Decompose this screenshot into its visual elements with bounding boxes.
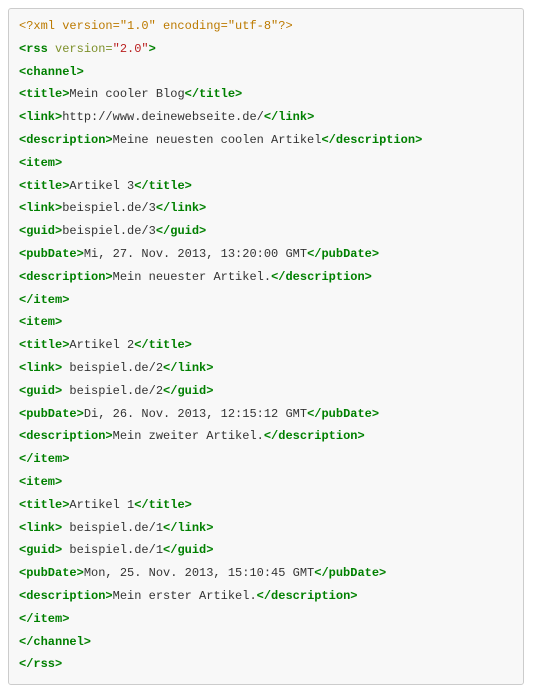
guid-open-tag: <guid> <box>19 224 62 238</box>
description-close-tag: </description> <box>271 270 372 284</box>
title-close-tag: </title> <box>134 338 192 352</box>
title-close-tag: </title> <box>134 498 192 512</box>
item3-pubdate-text: Mon, 25. Nov. 2013, 15:10:45 GMT <box>84 566 314 580</box>
rss-close-tag: </rss> <box>19 657 62 671</box>
pubdate-close-tag: </pubDate> <box>307 247 379 261</box>
description-close-tag: </description> <box>257 589 358 603</box>
link-open-tag: <link> <box>19 201 62 215</box>
item1-description-text: Mein neuester Artikel. <box>113 270 271 284</box>
link-close-tag: </link> <box>163 361 213 375</box>
rss-version-attr: version= <box>48 42 113 56</box>
channel-title-text: Mein cooler Blog <box>69 87 184 101</box>
guid-close-tag: </guid> <box>163 543 213 557</box>
link-open-tag: <link> <box>19 521 62 535</box>
item3-guid-text: beispiel.de/1 <box>62 543 163 557</box>
item2-pubdate-text: Di, 26. Nov. 2013, 12:15:12 GMT <box>84 407 307 421</box>
item1-pubdate-text: Mi, 27. Nov. 2013, 13:20:00 GMT <box>84 247 307 261</box>
title-open-tag: <title> <box>19 87 69 101</box>
pubdate-open-tag: <pubDate> <box>19 407 84 421</box>
description-close-tag: </description> <box>264 429 365 443</box>
title-close-tag: </title> <box>185 87 243 101</box>
channel-link-text: http://www.deinewebseite.de/ <box>62 110 264 124</box>
guid-close-tag: </guid> <box>156 224 206 238</box>
item3-link-text: beispiel.de/1 <box>62 521 163 535</box>
guid-open-tag: <guid> <box>19 543 62 557</box>
title-close-tag: </title> <box>134 179 192 193</box>
item2-link-text: beispiel.de/2 <box>62 361 163 375</box>
item-close-tag: </item> <box>19 293 69 307</box>
rss-version-value: "2.0" <box>113 42 149 56</box>
xml-processing-instruction: <?xml version="1.0" encoding="utf-8"?> <box>19 19 293 33</box>
link-open-tag: <link> <box>19 361 62 375</box>
item2-guid-text: beispiel.de/2 <box>62 384 163 398</box>
channel-description-text: Meine neuesten coolen Artikel <box>113 133 322 147</box>
description-close-tag: </description> <box>321 133 422 147</box>
item-open-tag: <item> <box>19 156 62 170</box>
item1-link-text: beispiel.de/3 <box>62 201 156 215</box>
item-open-tag: <item> <box>19 315 62 329</box>
rss-open-close-bracket: > <box>149 42 156 56</box>
item2-title-text: Artikel 2 <box>69 338 134 352</box>
pubdate-close-tag: </pubDate> <box>314 566 386 580</box>
item-open-tag: <item> <box>19 475 62 489</box>
item1-title-text: Artikel 3 <box>69 179 134 193</box>
pubdate-open-tag: <pubDate> <box>19 566 84 580</box>
guid-open-tag: <guid> <box>19 384 62 398</box>
item3-title-text: Artikel 1 <box>69 498 134 512</box>
description-open-tag: <description> <box>19 133 113 147</box>
title-open-tag: <title> <box>19 338 69 352</box>
rss-open-tag: <rss <box>19 42 48 56</box>
pubdate-close-tag: </pubDate> <box>307 407 379 421</box>
title-open-tag: <title> <box>19 498 69 512</box>
item-close-tag: </item> <box>19 612 69 626</box>
channel-open-tag: <channel> <box>19 65 84 79</box>
channel-close-tag: </channel> <box>19 635 91 649</box>
link-open-tag: <link> <box>19 110 62 124</box>
link-close-tag: </link> <box>264 110 314 124</box>
item2-description-text: Mein zweiter Artikel. <box>113 429 264 443</box>
code-block: <?xml version="1.0" encoding="utf-8"?> <… <box>8 8 524 685</box>
item3-description-text: Mein erster Artikel. <box>113 589 257 603</box>
title-open-tag: <title> <box>19 179 69 193</box>
link-close-tag: </link> <box>163 521 213 535</box>
pubdate-open-tag: <pubDate> <box>19 247 84 261</box>
item-close-tag: </item> <box>19 452 69 466</box>
link-close-tag: </link> <box>156 201 206 215</box>
guid-close-tag: </guid> <box>163 384 213 398</box>
description-open-tag: <description> <box>19 589 113 603</box>
description-open-tag: <description> <box>19 270 113 284</box>
description-open-tag: <description> <box>19 429 113 443</box>
item1-guid-text: beispiel.de/3 <box>62 224 156 238</box>
